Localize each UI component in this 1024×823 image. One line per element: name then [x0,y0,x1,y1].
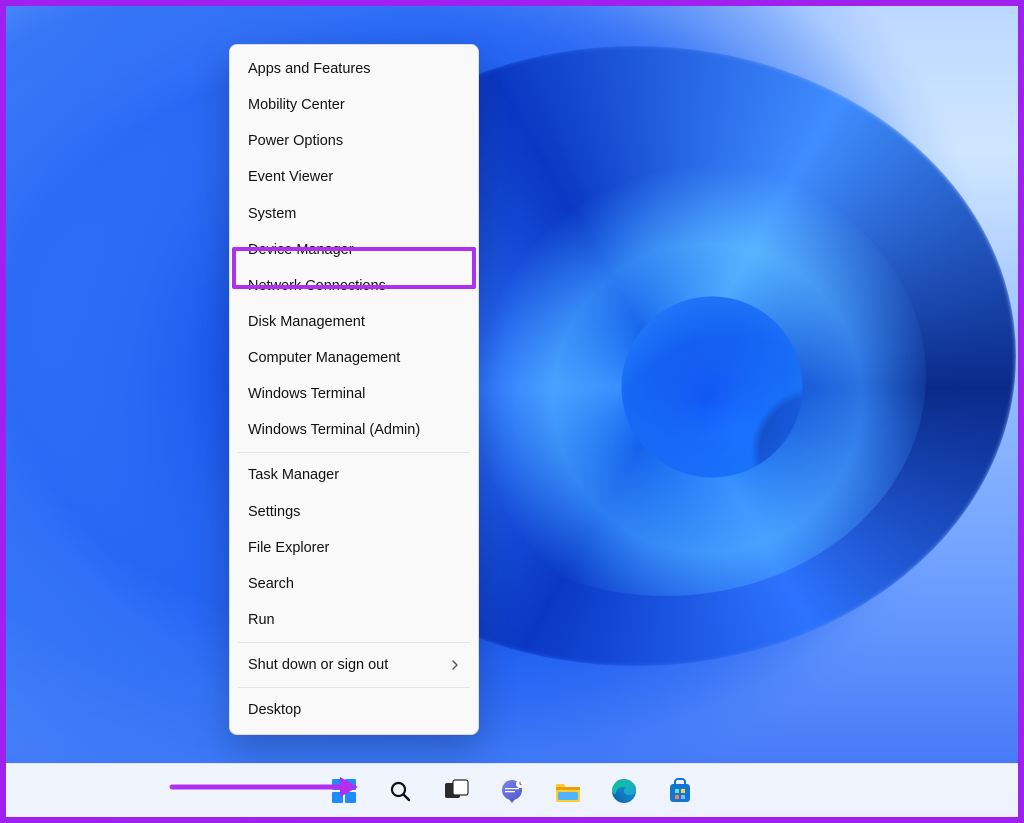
taskview-icon [443,778,469,804]
taskbar-search-button[interactable] [379,770,421,812]
menu-item-label: Computer Management [248,349,400,367]
menu-item-label: Windows Terminal [248,385,365,403]
menu-item-disk-management[interactable]: Disk Management [230,304,478,340]
store-icon [667,778,693,804]
search-icon [388,779,412,803]
taskbar-edge-button[interactable] [603,770,645,812]
menu-item-label: Disk Management [248,313,365,331]
menu-item-desktop[interactable]: Desktop [230,692,478,728]
menu-item-windows-terminal[interactable]: Windows Terminal [230,376,478,412]
menu-item-task-manager[interactable]: Task Manager [230,457,478,493]
menu-item-label: Power Options [248,132,343,150]
taskbar-file-explorer-button[interactable] [547,770,589,812]
menu-item-label: Settings [248,503,300,521]
menu-item-label: Apps and Features [248,60,371,78]
menu-item-power-options[interactable]: Power Options [230,123,478,159]
explorer-icon [554,778,582,804]
annotated-screenshot-frame: Apps and Features Mobility Center Power … [0,0,1024,823]
menu-item-run[interactable]: Run [230,602,478,638]
taskbar [6,763,1018,817]
menu-item-system[interactable]: System [230,196,478,232]
menu-item-shut-down-sign-out[interactable]: Shut down or sign out [230,647,478,683]
desktop-wallpaper [6,6,1018,817]
menu-item-file-explorer[interactable]: File Explorer [230,530,478,566]
menu-item-label: File Explorer [248,539,329,557]
taskbar-taskview-button[interactable] [435,770,477,812]
menu-item-settings[interactable]: Settings [230,494,478,530]
menu-item-network-connections[interactable]: Network Connections [230,268,478,304]
menu-item-label: Shut down or sign out [248,656,388,674]
winx-context-menu: Apps and Features Mobility Center Power … [229,44,479,735]
menu-item-event-viewer[interactable]: Event Viewer [230,159,478,195]
taskbar-chat-button[interactable] [491,770,533,812]
edge-icon [611,778,637,804]
menu-separator [238,642,470,643]
menu-item-label: Desktop [248,701,301,719]
chat-icon [499,778,525,804]
menu-separator [238,452,470,453]
menu-item-label: Search [248,575,294,593]
chevron-right-icon [450,660,460,670]
menu-item-label: Network Connections [248,277,386,295]
menu-item-label: Task Manager [248,466,339,484]
menu-item-search[interactable]: Search [230,566,478,602]
menu-item-label: Device Manager [248,241,354,259]
start-icon [331,778,357,804]
menu-item-label: System [248,205,296,223]
menu-item-computer-management[interactable]: Computer Management [230,340,478,376]
menu-item-windows-terminal-admin[interactable]: Windows Terminal (Admin) [230,412,478,448]
menu-item-label: Windows Terminal (Admin) [248,421,420,439]
taskbar-start-button[interactable] [323,770,365,812]
menu-item-label: Run [248,611,275,629]
menu-item-apps-features[interactable]: Apps and Features [230,51,478,87]
taskbar-store-button[interactable] [659,770,701,812]
menu-item-device-manager[interactable]: Device Manager [230,232,478,268]
menu-separator [238,687,470,688]
menu-item-mobility-center[interactable]: Mobility Center [230,87,478,123]
menu-item-label: Event Viewer [248,168,333,186]
menu-item-label: Mobility Center [248,96,345,114]
